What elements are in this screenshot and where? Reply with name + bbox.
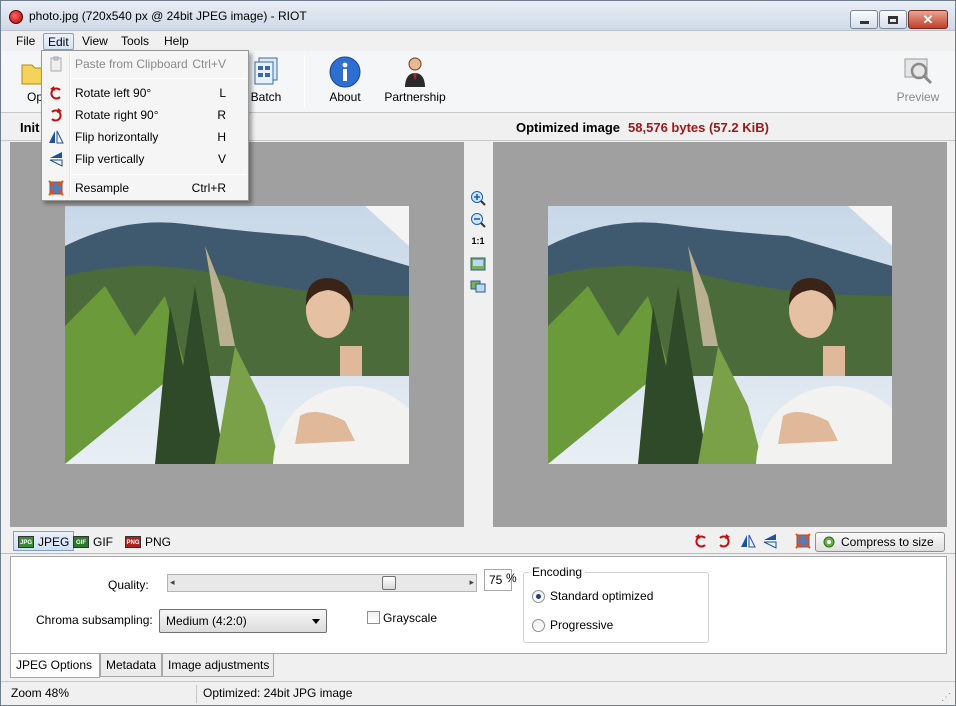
tab-png[interactable]: PNG PNG <box>121 531 175 551</box>
close-button[interactable]: ✕ <box>908 10 948 29</box>
edit-menu-dropdown: Paste from Clipboard Ctrl+V Rotate left … <box>41 50 249 201</box>
quality-label: Quality: <box>108 578 149 592</box>
batch-icon <box>254 57 278 85</box>
zoom-in-icon[interactable] <box>470 190 486 206</box>
compress-to-size-button[interactable]: Compress to size <box>815 532 945 552</box>
format-bar: JPG JPEG GIF GIF PNG PNG Compress to siz… <box>1 528 955 554</box>
flip-horizontal-icon <box>49 130 64 144</box>
menu-help[interactable]: Help <box>160 33 193 50</box>
compress-gear-icon <box>823 536 835 548</box>
status-info: Optimized: 24bit JPG image <box>203 686 353 700</box>
minimize-button[interactable] <box>850 10 878 29</box>
toolbar-separator <box>304 55 305 107</box>
maximize-icon <box>888 15 898 24</box>
maximize-button[interactable] <box>879 10 907 29</box>
fit-to-window-icon[interactable] <box>470 256 486 272</box>
minimize-icon <box>859 21 869 24</box>
rotate-right-icon <box>51 108 62 122</box>
tab-jpeg-options[interactable]: JPEG Options <box>10 654 100 678</box>
about-button[interactable]: About <box>321 53 369 109</box>
tab-image-adjustments[interactable]: Image adjustments <box>162 654 274 677</box>
status-bar: Zoom 48% Optimized: 24bit JPG image ⋰ <box>1 681 955 705</box>
progressive-radio[interactable] <box>532 619 545 632</box>
status-zoom: Zoom 48% <box>7 685 197 703</box>
optimized-image-pane[interactable] <box>493 142 947 527</box>
magnifier-icon <box>904 58 933 85</box>
optimized-photo <box>548 206 892 464</box>
initial-image-label: Init) <box>20 120 248 135</box>
resample-icon[interactable] <box>795 533 811 549</box>
encoding-group: Encoding Standard optimized Progressive <box>523 565 709 643</box>
flip-vertical-icon[interactable] <box>762 533 778 549</box>
window-title: photo.jpg (720x540 px @ 24bit JPEG image… <box>29 9 307 23</box>
paste-icon <box>50 56 62 72</box>
partner-person-icon <box>405 57 425 87</box>
tab-jpeg[interactable]: JPG JPEG <box>13 531 75 551</box>
main-window: photo.jpg (720x540 px @ 24bit JPEG image… <box>0 0 956 706</box>
rotate-left-icon <box>50 86 61 100</box>
menu-separator <box>72 78 246 79</box>
rotate-right-icon[interactable] <box>716 533 732 549</box>
zoom-toolbar: 1:1 <box>464 142 493 527</box>
quality-slider[interactable]: ◂ ▸ <box>167 574 477 592</box>
rotate-left-icon[interactable] <box>693 533 709 549</box>
standard-optimized-radio[interactable] <box>532 590 545 603</box>
menu-view[interactable]: View <box>78 33 112 50</box>
jpeg-options-panel: Quality: ◂ ▸ 75 % Chroma subsampling: Me… <box>10 556 947 654</box>
riot-app-icon <box>9 10 23 24</box>
menu-item-resample[interactable]: Resample Ctrl+R <box>44 177 246 199</box>
preview-button[interactable]: Preview <box>894 53 942 109</box>
menu-tools[interactable]: Tools <box>117 33 153 50</box>
gif-format-icon: GIF <box>73 536 89 548</box>
resample-icon <box>48 180 64 196</box>
menu-edit[interactable]: Edit <box>43 33 74 50</box>
encoding-legend: Encoding <box>529 565 586 579</box>
close-icon: ✕ <box>922 12 934 27</box>
flip-horizontal-icon[interactable] <box>740 533 756 549</box>
optimized-size: 58,576 bytes (57.2 KiB) <box>628 120 769 135</box>
slider-right-arrow-icon[interactable]: ▸ <box>469 577 474 588</box>
menu-item-rotate-right[interactable]: Rotate right 90° R <box>44 104 246 126</box>
options-tabs: JPEG Options Metadata Image adjustments <box>10 654 947 678</box>
grayscale-checkbox[interactable] <box>367 611 380 624</box>
jpeg-format-icon: JPG <box>18 536 34 548</box>
progressive-label: Progressive <box>550 618 614 632</box>
flip-vertical-icon <box>49 152 63 167</box>
grayscale-label: Grayscale <box>383 611 438 625</box>
slider-left-arrow-icon[interactable]: ◂ <box>170 577 175 588</box>
tab-gif[interactable]: GIF GIF <box>69 531 117 551</box>
menu-item-flip-vertically[interactable]: Flip vertically V <box>44 148 246 170</box>
chroma-label: Chroma subsampling: <box>36 613 153 627</box>
menu-item-paste-from-clipboard[interactable]: Paste from Clipboard Ctrl+V <box>44 53 246 75</box>
standard-optimized-label: Standard optimized <box>550 589 654 603</box>
partnership-button[interactable]: Partnership <box>381 53 449 109</box>
initial-photo <box>65 206 409 464</box>
png-format-icon: PNG <box>125 536 141 548</box>
zoom-out-icon[interactable] <box>470 212 486 228</box>
quality-unit: % <box>506 571 517 585</box>
menu-bar: File Edit View Tools Help <box>1 31 955 51</box>
chroma-subsampling-select[interactable]: Medium (4:2:0) <box>159 609 327 633</box>
optimized-image-label: Optimized image 58,576 bytes (57.2 KiB) <box>516 120 769 135</box>
menu-item-flip-horizontally[interactable]: Flip horizontally H <box>44 126 246 148</box>
tab-metadata[interactable]: Metadata <box>100 654 162 677</box>
quality-slider-thumb[interactable] <box>382 576 396 590</box>
title-bar: photo.jpg (720x540 px @ 24bit JPEG image… <box>1 1 955 31</box>
info-icon <box>329 56 361 88</box>
actual-size-button[interactable]: 1:1 <box>470 236 486 252</box>
chevron-down-icon <box>312 619 320 624</box>
menu-separator <box>72 174 246 175</box>
resize-grip-icon[interactable]: ⋰ <box>941 692 951 703</box>
menu-file[interactable]: File <box>12 33 39 50</box>
menu-item-rotate-left[interactable]: Rotate left 90° L <box>44 82 246 104</box>
compare-view-icon[interactable] <box>470 278 486 294</box>
